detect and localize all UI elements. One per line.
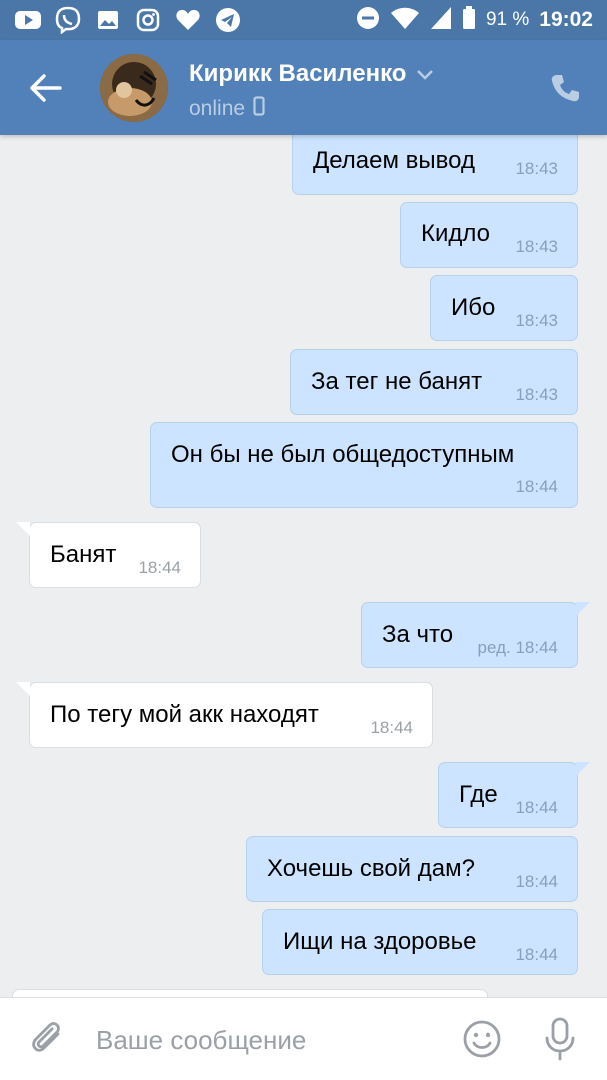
bubble-tail [576,762,590,776]
message-time: 18:43 [515,237,558,256]
message-text: За тег не банят [311,368,483,395]
message-outgoing[interactable]: Ибо 18:43 [430,275,578,341]
message-outgoing[interactable]: Делаем вывод 18:43 [292,135,578,195]
message-incoming-partial[interactable] [12,989,488,997]
message-text: Он бы не был общедоступным [171,441,515,468]
message-time: 18:44 [515,945,558,964]
battery-percent: 91 % [485,9,530,30]
message-text: Ищи на здоровье [283,928,477,955]
message-input[interactable] [96,1022,436,1058]
message-outgoing[interactable]: Ищи на здоровье 18:44 [262,909,578,975]
message-incoming[interactable]: По тегу мой акк находят 18:44 [16,682,433,748]
message-time: 18:43 [515,311,558,330]
contact-name[interactable]: Кирикк Василенко [189,60,434,88]
message-time: 18:44 [515,798,558,817]
bubble-tail [16,522,30,536]
emoji-icon[interactable] [462,1019,502,1059]
bubble-tail [576,602,590,616]
avatar[interactable] [100,54,168,122]
battery-icon [462,6,476,34]
call-phone-icon[interactable] [549,72,581,104]
message-time: 18:43 [515,159,558,178]
message-outgoing[interactable]: Кидло 18:43 [400,202,578,268]
youtube-icon [14,6,42,34]
message-text: По тегу мой акк находят [50,701,319,728]
message-incoming[interactable]: Банят 18:44 [16,522,201,588]
message-text: Ибо [451,294,496,321]
heart-icon [174,6,202,34]
message-time: ред. 18:44 [477,638,558,657]
message-text: Где [459,781,498,808]
message-text: Кидло [421,220,491,247]
message-time: 18:43 [515,385,558,404]
message-outgoing[interactable]: За тег не банят 18:43 [290,349,578,415]
message-outgoing[interactable]: Хочешь свой дам? 18:44 [246,836,578,902]
viber-icon [54,6,82,34]
mobile-phone-icon [253,96,265,122]
message-time: 18:44 [515,872,558,891]
instagram-icon [134,6,162,34]
online-status-text: online [189,97,246,120]
chevron-down-icon[interactable] [416,60,434,88]
clock: 19:02 [539,8,593,31]
wifi-icon [390,6,420,34]
message-text: Делаем вывод [313,147,475,174]
message-list[interactable]: Делаем вывод 18:43 Кидло 18:43 Ибо 18:43… [0,135,607,997]
contact-name-text: Кирикк Василенко [189,60,407,87]
telegram-icon [214,6,242,34]
message-text: Банят [50,541,117,568]
message-outgoing[interactable]: Где 18:44 [438,762,590,828]
message-outgoing[interactable]: За что ред. 18:44 [361,602,590,668]
message-time: 18:44 [370,718,413,737]
message-text: Хочешь свой дам? [267,855,475,882]
notification-icons [14,6,242,34]
signal-icon [430,6,452,34]
do-not-disturb-icon [356,6,380,34]
message-time: 18:44 [515,477,558,496]
status-bar: 91 % 19:02 [0,0,607,40]
contact-status: online [189,96,265,122]
message-text: За что [382,621,454,648]
paperclip-icon[interactable] [28,1020,68,1060]
message-outgoing[interactable]: Он бы не был общедоступным 18:44 [150,422,578,508]
message-composer [0,997,607,1080]
back-arrow-icon[interactable] [28,70,68,106]
chat-header: Кирикк Василенко online [0,40,607,135]
microphone-icon[interactable] [542,1016,578,1062]
bubble-tail [16,682,30,696]
system-tray: 91 % 19:02 [356,0,593,40]
message-time: 18:44 [138,558,181,577]
gallery-icon [94,6,122,34]
